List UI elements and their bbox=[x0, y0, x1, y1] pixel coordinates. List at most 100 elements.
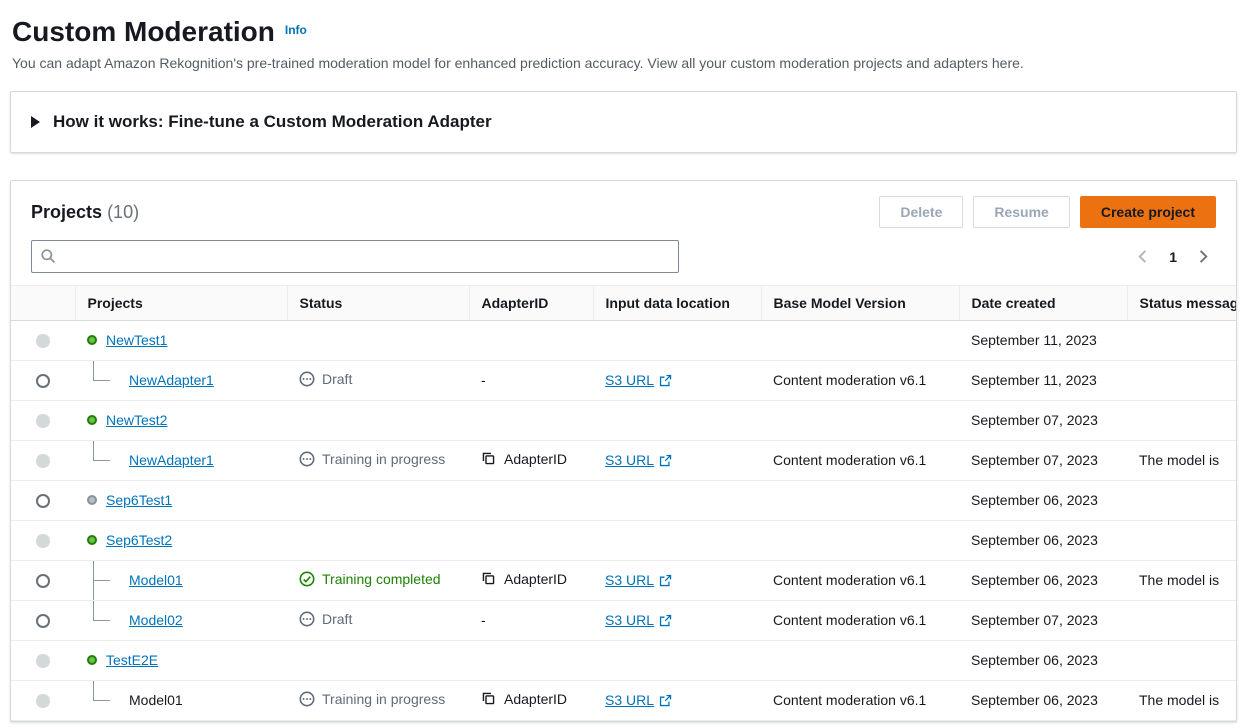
base-model-version-cell bbox=[761, 520, 959, 560]
row-select-radio[interactable] bbox=[36, 374, 50, 388]
adapter-link[interactable]: Model02 bbox=[129, 612, 183, 628]
adapter-id-cell: - bbox=[469, 600, 593, 640]
page-title: Custom Moderation bbox=[12, 16, 275, 47]
tree-connector-icon bbox=[93, 681, 109, 720]
project-link[interactable]: NewTest2 bbox=[106, 412, 167, 428]
projects-count: (10) bbox=[107, 202, 139, 222]
name-cell: Sep6Test2 bbox=[75, 520, 287, 560]
selection-column-header bbox=[11, 286, 75, 320]
projects-panel-header: Projects (10) Delete Resume Create proje… bbox=[11, 181, 1236, 232]
project-row: Sep6Test1September 06, 2023 bbox=[11, 480, 1236, 520]
column-header-date-created: Date created bbox=[959, 286, 1127, 320]
base-model-version-cell bbox=[761, 640, 959, 680]
project-row: NewTest2September 07, 2023 bbox=[11, 400, 1236, 440]
adapter-id-cell bbox=[469, 320, 593, 360]
header-actions: Delete Resume Create project bbox=[879, 196, 1216, 228]
date-created-cell: September 06, 2023 bbox=[959, 680, 1127, 720]
selection-cell bbox=[11, 520, 75, 560]
row-select-radio[interactable] bbox=[36, 614, 50, 628]
status-indicator: Training in progress bbox=[299, 691, 445, 707]
status-cell: Training in progress bbox=[287, 680, 469, 720]
previous-page-icon[interactable] bbox=[1136, 249, 1151, 264]
page-title-row: Custom Moderation Info bbox=[12, 16, 1237, 48]
status-pending-icon bbox=[299, 371, 315, 387]
adapter-link[interactable]: NewAdapter1 bbox=[129, 452, 214, 468]
base-model-version-cell bbox=[761, 400, 959, 440]
status-indicator: Draft bbox=[299, 611, 352, 627]
column-header-adapterid: AdapterID bbox=[469, 286, 593, 320]
selection-cell bbox=[11, 320, 75, 360]
date-created-cell: September 07, 2023 bbox=[959, 440, 1127, 480]
column-header-status-message: Status message bbox=[1127, 286, 1236, 320]
current-page[interactable]: 1 bbox=[1169, 249, 1177, 265]
s3-url-link[interactable]: S3 URL bbox=[605, 572, 672, 588]
status-text: Training in progress bbox=[322, 451, 445, 467]
s3-url-link[interactable]: S3 URL bbox=[605, 692, 672, 708]
input-location-cell bbox=[593, 520, 761, 560]
adapter-link[interactable]: Model01 bbox=[129, 572, 183, 588]
info-link[interactable]: Info bbox=[285, 23, 307, 37]
s3-url-link[interactable]: S3 URL bbox=[605, 452, 672, 468]
resume-button[interactable]: Resume bbox=[973, 196, 1069, 228]
name-cell: Model02 bbox=[75, 600, 287, 640]
row-select-radio[interactable] bbox=[36, 574, 50, 588]
external-link-icon bbox=[659, 374, 672, 387]
column-header-status: Status bbox=[287, 286, 469, 320]
table-header-row: ProjectsStatusAdapterIDInput data locati… bbox=[11, 286, 1236, 320]
name-cell: Model01 bbox=[75, 560, 287, 600]
adapter-id-cell: AdapterID bbox=[469, 680, 593, 720]
copy-icon[interactable] bbox=[481, 451, 496, 466]
status-text: Draft bbox=[322, 371, 352, 387]
projects-table: ProjectsStatusAdapterIDInput data locati… bbox=[11, 286, 1236, 721]
copy-icon[interactable] bbox=[481, 571, 496, 586]
project-status-dot bbox=[87, 655, 97, 665]
adapter-id-text: AdapterID bbox=[504, 571, 567, 587]
search-box bbox=[31, 240, 679, 273]
input-location-cell: S3 URL bbox=[593, 600, 761, 640]
adapter-row: Model01 Training completed AdapterID S3 URL… bbox=[11, 560, 1236, 600]
input-location-cell bbox=[593, 640, 761, 680]
base-model-version-cell: Content moderation v6.1 bbox=[761, 560, 959, 600]
base-model-version-cell: Content moderation v6.1 bbox=[761, 680, 959, 720]
input-location-cell bbox=[593, 480, 761, 520]
status-cell bbox=[287, 480, 469, 520]
status-cell: Training completed bbox=[287, 560, 469, 600]
s3-url-link[interactable]: S3 URL bbox=[605, 372, 672, 388]
project-link[interactable]: Sep6Test2 bbox=[106, 532, 172, 548]
name-cell: NewAdapter1 bbox=[75, 360, 287, 400]
how-it-works-panel[interactable]: How it works: Fine-tune a Custom Moderat… bbox=[10, 91, 1237, 153]
tree-connector-icon bbox=[93, 601, 109, 640]
adapter-id-cell: - bbox=[469, 360, 593, 400]
status-cell bbox=[287, 640, 469, 680]
status-text: Training in progress bbox=[322, 691, 445, 707]
next-page-icon[interactable] bbox=[1195, 249, 1210, 264]
status-pending-icon bbox=[299, 611, 315, 627]
row-select-radio bbox=[36, 414, 50, 428]
project-link[interactable]: Sep6Test1 bbox=[106, 492, 172, 508]
delete-button[interactable]: Delete bbox=[879, 196, 963, 228]
project-link[interactable]: TestE2E bbox=[106, 652, 158, 668]
project-link[interactable]: NewTest1 bbox=[106, 332, 167, 348]
s3-url-label: S3 URL bbox=[605, 572, 654, 588]
row-select-radio[interactable] bbox=[36, 494, 50, 508]
status-message-cell: The model is bbox=[1127, 560, 1236, 600]
adapter-link[interactable]: NewAdapter1 bbox=[129, 372, 214, 388]
s3-url-link[interactable]: S3 URL bbox=[605, 612, 672, 628]
search-input[interactable] bbox=[31, 240, 679, 273]
s3-url-label: S3 URL bbox=[605, 692, 654, 708]
status-message-cell bbox=[1127, 640, 1236, 680]
adapter-id-text: AdapterID bbox=[504, 691, 567, 707]
status-indicator: Training in progress bbox=[299, 451, 445, 467]
date-created-cell: September 06, 2023 bbox=[959, 640, 1127, 680]
input-location-cell: S3 URL bbox=[593, 360, 761, 400]
column-header-projects: Projects bbox=[75, 286, 287, 320]
project-status-dot bbox=[87, 495, 97, 505]
create-project-button[interactable]: Create project bbox=[1080, 196, 1216, 228]
projects-heading-label: Projects bbox=[31, 202, 102, 222]
custom-moderation-page: Custom ModerationInfo You can adapt Amaz… bbox=[0, 0, 1247, 722]
status-cell bbox=[287, 320, 469, 360]
table-toolbar: 1 bbox=[11, 232, 1236, 285]
input-location-cell: S3 URL bbox=[593, 440, 761, 480]
s3-url-label: S3 URL bbox=[605, 612, 654, 628]
copy-icon[interactable] bbox=[481, 691, 496, 706]
